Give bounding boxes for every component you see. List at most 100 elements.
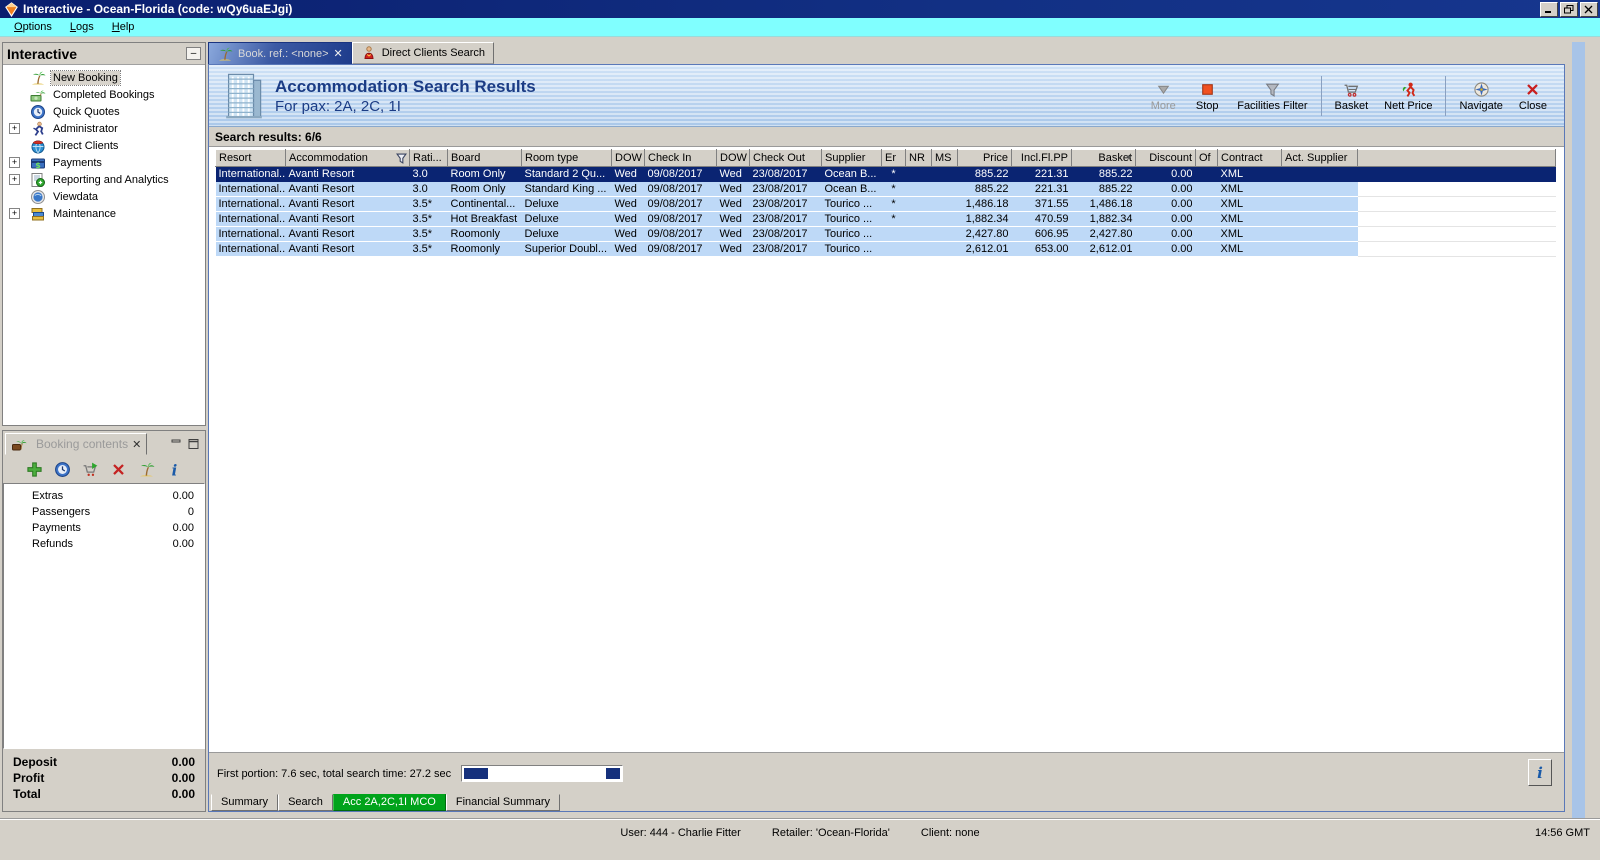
results-header: Accommodation Search Results For pax: 2A… [209,65,1564,127]
info-icon[interactable]: i [166,461,183,478]
column-header-ms[interactable]: MS [931,149,958,167]
tab-direct-clients-search[interactable]: Direct Clients Search [351,42,495,64]
cell: 23/08/2017 [749,181,822,197]
sidebar-item-quick-quotes[interactable]: Quick Quotes [3,103,205,120]
stop-button[interactable]: Stop [1186,78,1228,114]
completed-bookings-icon [30,87,46,103]
sidebar-item-new-booking[interactable]: New Booking [3,69,205,86]
cell: XML [1217,211,1282,227]
close-window-button[interactable] [1580,1,1598,17]
sidebar-item-viewdata[interactable]: Viewdata [3,188,205,205]
column-header-er[interactable]: Er [881,149,906,167]
expand-icon[interactable]: + [9,208,20,219]
app-logo-icon [4,1,19,17]
sidebar-item-label: New Booking [50,69,121,86]
column-header-accommodation[interactable]: Accommodation [285,149,410,167]
cell-filler [1357,181,1556,197]
interactive-panel-header: Interactive – [3,43,205,65]
cell: 2,612.01 [957,241,1012,257]
tab-summary[interactable]: Summary [211,794,279,811]
navigate-button[interactable]: Navigate [1452,78,1509,114]
expand-icon[interactable]: + [9,174,20,185]
menu-logs[interactable]: Logs [62,19,102,35]
column-header-price[interactable]: Price [957,149,1012,167]
column-header-dow[interactable]: DOW [611,149,645,167]
cell [931,226,958,242]
facilities-filter-button[interactable]: Facilities Filter [1230,78,1314,114]
column-header-nr[interactable]: NR [905,149,932,167]
menu-help[interactable]: Help [104,19,143,35]
search-timing-text: First portion: 7.6 sec, total search tim… [217,767,452,780]
sidebar-item-payments[interactable]: + $ Payments [3,154,205,171]
table-row[interactable]: International... Avanti Resort 3.5* Hot Bre… [215,211,1556,227]
menu-options[interactable]: Options [6,19,60,35]
tab-financial-summary[interactable]: Financial Summary [445,794,560,811]
statusbar: User: 444 - Charlie Fitter Retailer: 'Oc… [0,818,1600,846]
booking-contents-tab[interactable]: Booking contents ✕ [5,433,148,455]
palm-tree-icon[interactable] [138,461,155,478]
results-toolbar: More Stop Facilities Filter Basket Nett … [1142,75,1554,116]
cell: 885.22 [1071,166,1136,182]
basket-button[interactable]: Basket [1328,78,1376,114]
expand-icon[interactable]: + [9,157,20,168]
quick-quote-icon[interactable] [54,461,71,478]
cell: * [881,211,906,227]
minimize-window-button[interactable] [1540,1,1558,17]
add-to-basket-icon[interactable] [82,461,99,478]
column-header-contract[interactable]: Contract [1217,149,1282,167]
direct-clients-icon [30,138,46,154]
column-header-act-supplier[interactable]: Act. Supplier [1281,149,1358,167]
sidebar-item-maintenance[interactable]: + Maintenance [3,205,205,222]
right-border-strip [1572,42,1585,818]
close-results-button[interactable]: Close [1512,78,1554,114]
column-header-board[interactable]: Board [447,149,522,167]
bottom-tabbar: Summary Search Acc 2A,2C,1I MCO Financia… [209,794,1564,811]
column-header-check-in[interactable]: Check In [644,149,717,167]
column-header-of[interactable]: Of [1195,149,1218,167]
cell: International... [215,226,286,242]
column-header-check-out[interactable]: Check Out [749,149,822,167]
cell: 0.00 [1135,181,1196,197]
filter-funnel-icon[interactable] [396,153,407,164]
column-header-room-type[interactable]: Room type [521,149,612,167]
table-row[interactable]: International... Avanti Resort 3.0 Room Onl… [215,181,1556,197]
booking-contents-maximize-icon[interactable] [188,439,199,449]
expand-icon[interactable]: + [9,123,20,134]
column-header-rati-[interactable]: Rati... [409,149,448,167]
sidebar-item-completed-bookings[interactable]: Completed Bookings [3,86,205,103]
sidebar-item-direct-clients[interactable]: Direct Clients [3,137,205,154]
more-button[interactable]: More [1142,78,1184,114]
tab-booking-ref[interactable]: Book. ref.: <none> ✕ [208,42,352,64]
tab-close-icon[interactable]: ✕ [334,47,343,60]
cell [1195,211,1218,227]
cell [881,226,906,242]
booking-contents-close-icon[interactable]: ✕ [132,438,141,451]
column-header-discount[interactable]: Discount [1135,149,1196,167]
table-row[interactable]: International... Avanti Resort 3.5* Contine… [215,196,1556,212]
cell [1281,241,1358,257]
table-row[interactable]: International... Avanti Resort 3.5* Roomonl… [215,241,1556,257]
booking-row-value: 0.00 [172,522,194,534]
sidebar-item-administrator[interactable]: + Administrator [3,120,205,137]
column-header-supplier[interactable]: Supplier [821,149,882,167]
add-icon[interactable] [26,461,43,478]
column-header-basket[interactable]: Basket [1071,149,1136,167]
table-row[interactable]: International... Avanti Resort 3.5* Roomonl… [215,226,1556,242]
booking-contents-list: Extras 0.00 Passengers 0 Payments 0.00 Refunds… [3,483,205,749]
restore-window-button[interactable] [1560,1,1578,17]
tab-acc-results[interactable]: Acc 2A,2C,1I MCO [332,794,446,811]
column-header-dow[interactable]: DOW [716,149,750,167]
column-header-resort[interactable]: Resort [215,149,286,167]
delete-icon[interactable] [110,461,127,478]
table-row[interactable]: International... Avanti Resort 3.0 Room Onl… [215,166,1556,182]
basket-icon [1343,81,1360,98]
statusbar-retailer: Retailer: 'Ocean-Florida' [771,826,890,839]
sidebar-item-reporting-and-analytics[interactable]: + Reporting and Analytics [3,171,205,188]
booking-contents-minimize-icon[interactable] [171,439,182,449]
nett-price-button[interactable]: Nett Price [1377,78,1439,114]
tab-search[interactable]: Search [278,794,333,811]
info-button[interactable]: i [1528,759,1552,786]
collapse-panel-button[interactable]: – [186,47,201,60]
cell: Wed [611,166,645,182]
column-header-incl-fl-pp[interactable]: Incl.Fl.PP [1011,149,1072,167]
